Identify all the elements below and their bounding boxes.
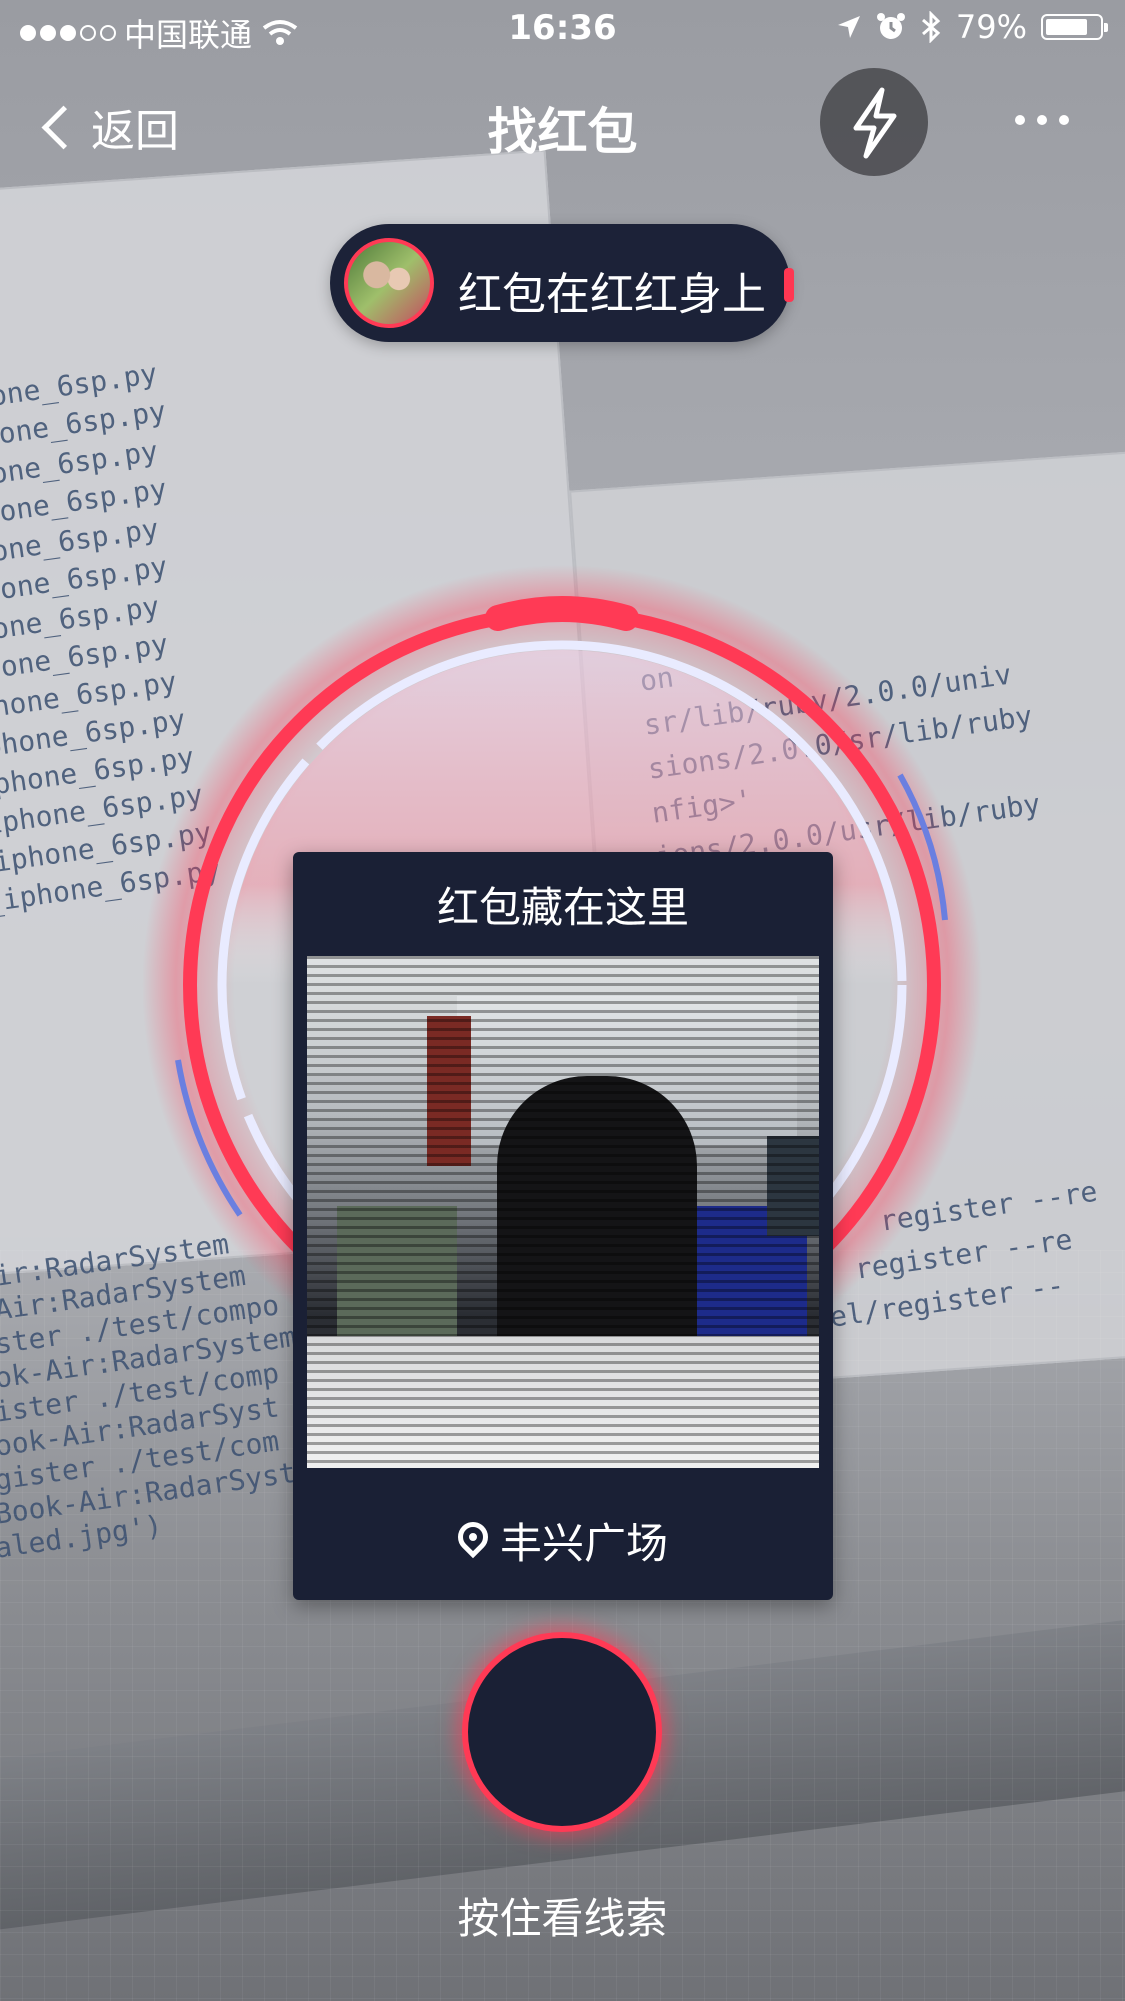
page-title: 找红包 bbox=[487, 103, 638, 161]
hold-to-view-button[interactable] bbox=[462, 1632, 662, 1832]
location-pin-icon bbox=[451, 1515, 495, 1558]
background-code-line: on bbox=[637, 660, 676, 698]
more-dot bbox=[1059, 115, 1069, 125]
alarm-icon bbox=[876, 13, 905, 39]
scanline-overlay bbox=[307, 956, 819, 1468]
more-dot bbox=[1015, 115, 1025, 125]
battery-percent: 79% bbox=[955, 8, 1027, 46]
hold-to-view-label: 按住看线索 bbox=[457, 1894, 668, 1943]
status-right: 79% bbox=[836, 8, 1108, 46]
battery-icon bbox=[1041, 14, 1108, 40]
location-name: 丰兴广场 bbox=[499, 1519, 668, 1568]
hint-photo bbox=[307, 956, 819, 1468]
hint-card: 红包藏在这里 丰兴广场 bbox=[293, 852, 833, 1600]
user-avatar[interactable] bbox=[344, 238, 434, 328]
more-dot bbox=[1037, 115, 1047, 125]
clue-accent-mark bbox=[784, 268, 794, 302]
bluetooth-icon bbox=[921, 11, 941, 43]
lightning-icon bbox=[853, 87, 897, 159]
battery-fill bbox=[1046, 19, 1088, 35]
clue-banner: 红包在红红身上 bbox=[330, 224, 794, 342]
more-button[interactable] bbox=[1015, 115, 1069, 125]
clue-text: 红包在红红身上 bbox=[458, 269, 766, 320]
location-row: 丰兴广场 bbox=[293, 1510, 833, 1571]
flash-button[interactable] bbox=[820, 68, 928, 176]
hint-card-title: 红包藏在这里 bbox=[436, 883, 689, 932]
status-bar: 中国联通 16:36 79% bbox=[0, 0, 1125, 60]
location-arrow-icon bbox=[837, 16, 860, 38]
